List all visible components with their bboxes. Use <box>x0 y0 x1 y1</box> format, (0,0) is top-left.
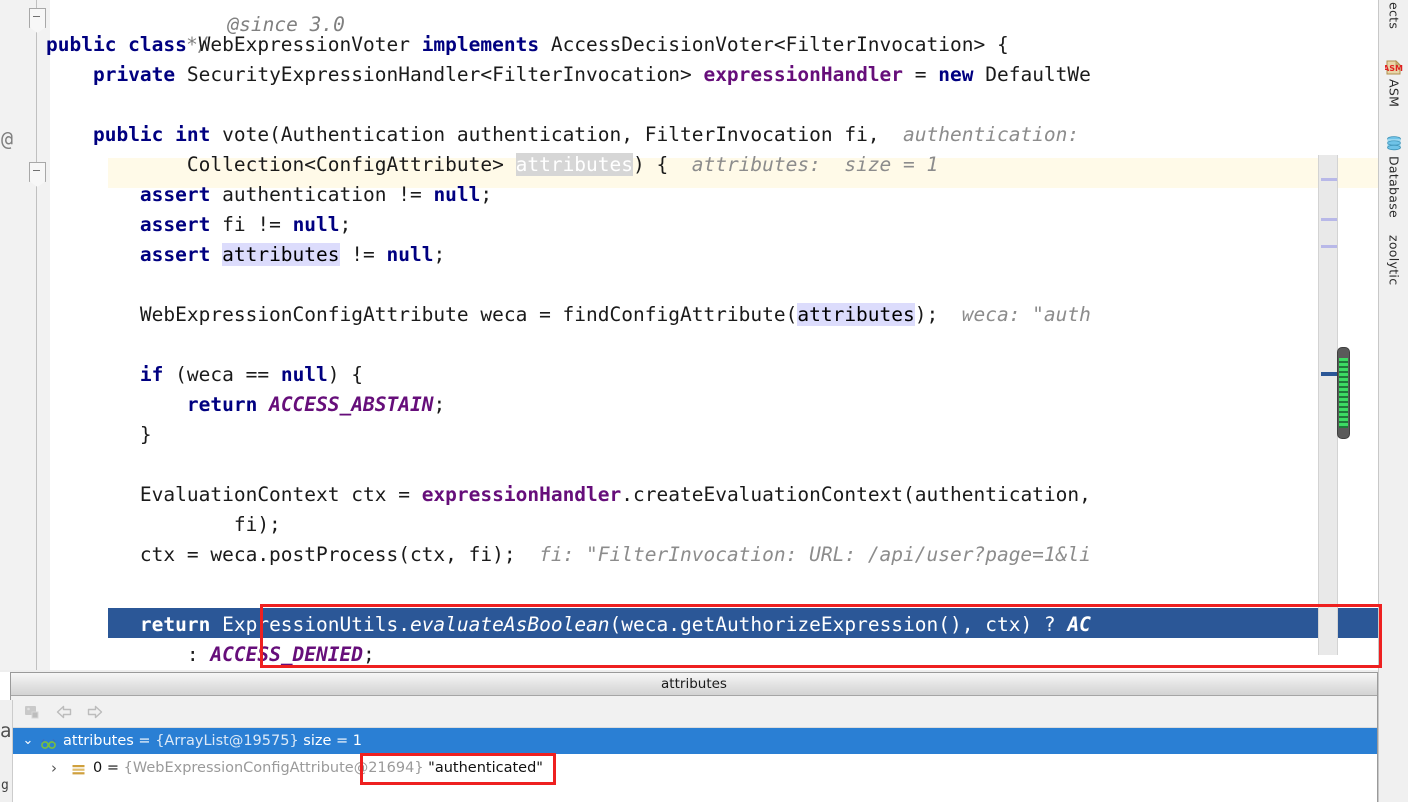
database-icon <box>1385 135 1403 153</box>
forward-arrow-icon[interactable] <box>85 702 105 722</box>
tool-button-zoolytic[interactable]: zoolytic <box>1379 235 1408 288</box>
tool-button-projects-label: ects <box>1386 2 1402 30</box>
scroll-marker <box>1321 245 1337 248</box>
scroll-marker-current <box>1321 372 1337 376</box>
back-arrow-icon[interactable] <box>54 702 74 722</box>
ide-window: @ @since 3.0 */ public class WebExpressi… <box>0 0 1408 802</box>
index-value: "authenticated" <box>423 760 543 776</box>
variables-tree[interactable]: ⌄ attributes = {ArrayList@19575} size = … <box>11 728 1377 802</box>
gutter-annotation-g: g <box>1 778 9 793</box>
tool-button-asm[interactable]: ASM ASM <box>1379 58 1408 110</box>
variable-type: {ArrayList@19575} <box>155 733 299 749</box>
variable-name: attributes <box>63 733 134 749</box>
variable-equals: = <box>133 733 156 749</box>
tool-button-projects[interactable]: ects <box>1379 2 1408 32</box>
index-type: {WebExpressionConfigAttribute@21694} <box>123 760 424 776</box>
list-icon <box>71 761 86 776</box>
tool-button-asm-label: ASM <box>1386 79 1402 108</box>
scroll-marker <box>1321 178 1337 181</box>
scrollbar-thumb[interactable] <box>1337 347 1350 439</box>
variable-value: size = 1 <box>298 733 362 749</box>
svg-text:ASM: ASM <box>1385 64 1403 73</box>
code-editor[interactable]: @ @since 3.0 */ public class WebExpressi… <box>0 0 1378 672</box>
watch-glasses-icon <box>41 734 56 749</box>
code-text[interactable]: @since 3.0 */ public class WebExpression… <box>0 0 1378 672</box>
popup-toolbar[interactable] <box>11 696 1377 728</box>
tool-button-zoolytic-label: zoolytic <box>1386 235 1402 286</box>
right-tool-window-bar[interactable]: ects ASM ASM Database zoolytic <box>1378 0 1408 802</box>
tool-button-database[interactable]: Database <box>1379 135 1408 221</box>
table-row[interactable]: ⌄ attributes = {ArrayList@19575} size = … <box>11 728 1377 754</box>
scrollbar-thumb-stripes <box>1339 358 1348 428</box>
editor-scrollbar-zone[interactable] <box>1318 155 1350 655</box>
popup-title: attributes <box>11 673 1377 696</box>
expand-arrow-icon[interactable]: ⌄ <box>21 728 35 754</box>
gutter-annotation-a: a <box>0 720 12 742</box>
index-name: 0 <box>93 760 103 776</box>
scrollbar-track[interactable] <box>1318 155 1338 655</box>
variable-inspect-popup[interactable]: attributes ⌄ attributes = {ArrayList@195… <box>10 672 1378 802</box>
tool-button-database-label: Database <box>1386 156 1402 219</box>
index-equals: = <box>102 760 124 776</box>
scroll-marker <box>1321 218 1337 221</box>
table-row[interactable]: › 0 = {WebExpressionConfigAttribute@2169… <box>11 755 1377 781</box>
asm-icon: ASM <box>1383 58 1403 76</box>
expand-arrow-icon[interactable]: › <box>47 755 61 781</box>
set-value-icon[interactable] <box>23 702 43 722</box>
